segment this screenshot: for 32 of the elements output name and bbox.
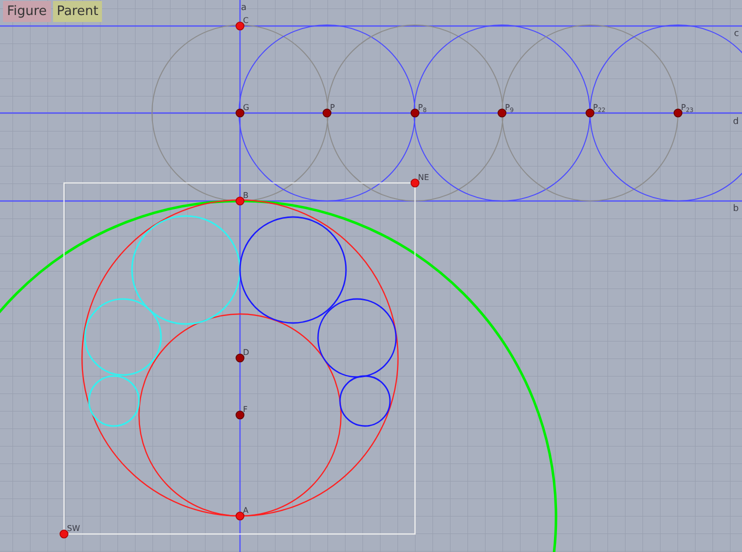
point-label: P: [329, 102, 336, 114]
point-marker[interactable]: [674, 108, 682, 118]
point-label: P$_{8}$: [417, 102, 428, 116]
line-label: a: [241, 3, 247, 13]
line-label: b: [733, 204, 739, 214]
point-label: F: [242, 404, 249, 416]
point-marker[interactable]: [586, 108, 594, 118]
point-label: P$_{9}$: [504, 102, 515, 116]
point-label: A: [242, 505, 250, 517]
toolbar-button[interactable]: Figure: [3, 1, 51, 22]
point-marker[interactable]: [236, 354, 244, 362]
point-label: C: [242, 15, 250, 27]
point-marker[interactable]: [236, 108, 244, 118]
point-marker[interactable]: [498, 108, 506, 118]
point-marker[interactable]: [322, 108, 332, 118]
toolbar-button[interactable]: Parent: [52, 1, 102, 22]
point-marker[interactable]: [410, 178, 420, 188]
point-marker[interactable]: [236, 22, 244, 30]
point-marker[interactable]: [236, 196, 244, 206]
point-marker[interactable]: [236, 410, 244, 420]
point-marker[interactable]: [236, 512, 244, 520]
point-label: NE: [417, 172, 430, 184]
line-label: c: [734, 29, 739, 39]
point-label: D: [242, 347, 250, 359]
point-label: G: [242, 102, 250, 114]
line-label: d: [733, 117, 739, 127]
point-label: P$_{22}$: [592, 102, 606, 116]
point-label: SW: [66, 523, 81, 535]
point-label: P$_{23}$: [680, 102, 694, 116]
point-marker[interactable]: [60, 530, 68, 538]
point-marker[interactable]: [410, 108, 420, 118]
point-label: B: [242, 190, 250, 202]
